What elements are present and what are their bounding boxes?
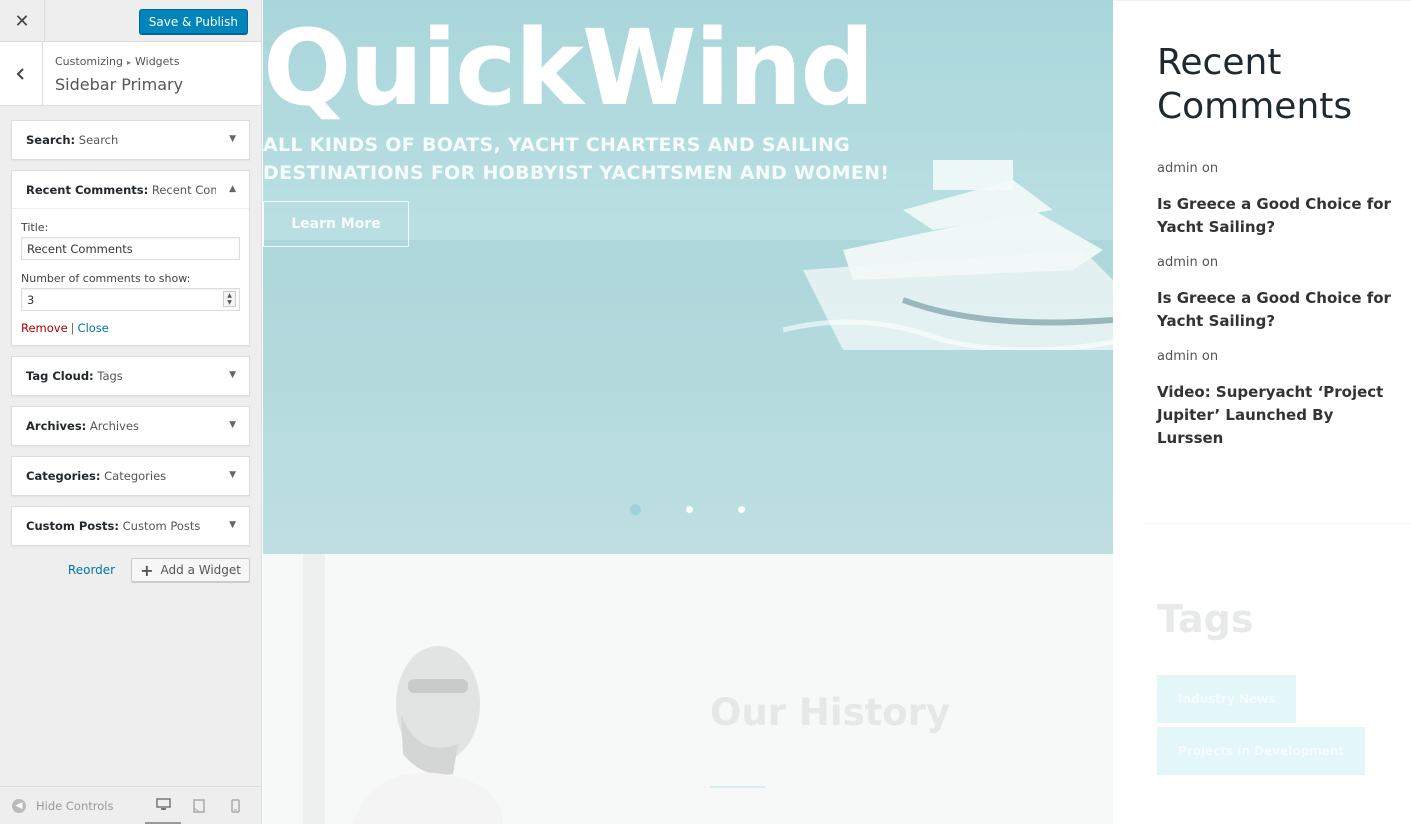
widget-header[interactable]: Tag Cloud: Tags ▼ xyxy=(12,357,249,395)
collapse-arrow-icon[interactable]: ▲ xyxy=(229,184,236,194)
desktop-icon[interactable] xyxy=(145,787,181,824)
breadcrumb-separator-icon: ▸ xyxy=(126,58,131,67)
hero-slider: QuickWind ALL KINDS OF BOATS, YACHT CHAR… xyxy=(263,0,1113,554)
comment-post-link[interactable]: Is Greece a Good Choice for Yacht Sailin… xyxy=(1157,287,1397,333)
number-label: Number of comments to show: xyxy=(21,272,191,285)
add-widget-button[interactable]: + Add a Widget xyxy=(131,558,250,582)
widget-archives: Archives: Archives ▼ xyxy=(11,406,250,446)
history-divider xyxy=(710,786,765,788)
widget-categories: Categories: Categories ▼ xyxy=(11,456,250,496)
title-label: Title: xyxy=(21,221,49,234)
recent-comments-title: Recent Comments xyxy=(1157,42,1353,127)
customizer-panel: ✕ Save & Publish Customizing ▸ Widgets Sid… xyxy=(0,0,262,824)
expand-arrow-icon[interactable]: ▼ xyxy=(229,370,236,380)
widget-type: Archives: xyxy=(26,419,87,433)
list-item: admin on Is Greece a Good Choice for Yac… xyxy=(1157,161,1397,239)
sailor-photo xyxy=(303,554,503,824)
history-section: Our History xyxy=(263,554,1113,824)
widget-header[interactable]: Archives: Archives ▼ xyxy=(12,407,249,445)
save-publish-button[interactable]: Save & Publish xyxy=(138,9,248,34)
comment-post-link[interactable]: Video: Superyacht ‘Project Jupiter’ Laun… xyxy=(1157,381,1397,450)
widget-header[interactable]: Recent Comments: Recent Com... ▲ xyxy=(12,171,249,209)
tag-industry-news[interactable]: Industry News xyxy=(1157,675,1297,723)
spinner-arrows-icon[interactable]: ▲ ▼ xyxy=(223,291,236,307)
widget-type: Custom Posts: xyxy=(26,519,119,533)
tablet-icon[interactable] xyxy=(181,787,217,824)
expand-arrow-icon[interactable]: ▼ xyxy=(229,470,236,480)
slide-dot[interactable] xyxy=(738,506,745,513)
widget-title: Categories xyxy=(100,469,167,483)
hide-controls-button[interactable]: ◀ Hide Controls xyxy=(12,798,114,813)
widget-list: Search: Search ▼ Recent Comments: Recent… xyxy=(0,106,261,546)
widget-title: Custom Posts xyxy=(118,519,201,533)
back-arrow-icon[interactable] xyxy=(0,42,43,105)
widget-form: Title: Recent Comments Number of comment… xyxy=(12,209,249,345)
plus-icon: + xyxy=(140,560,154,580)
widget-tag-cloud: Tag Cloud: Tags ▼ xyxy=(11,356,250,396)
hero-tagline: ALL KINDS OF BOATS, YACHT CHARTERS AND S… xyxy=(263,134,890,184)
expand-arrow-icon[interactable]: ▼ xyxy=(229,134,236,144)
actions-separator: | xyxy=(70,321,75,335)
close-icon[interactable]: ✕ xyxy=(0,0,45,42)
expand-arrow-icon[interactable]: ▼ xyxy=(229,520,236,530)
recent-comments-list: admin on Is Greece a Good Choice for Yac… xyxy=(1157,161,1397,466)
widget-custom-posts: Custom Posts: Custom Posts ▼ xyxy=(11,506,250,546)
breadcrumb-root: Customizing xyxy=(55,55,123,68)
widget-controls: Reorder + Add a Widget xyxy=(0,556,261,582)
widget-title: Tags xyxy=(93,369,123,383)
list-item: admin on Is Greece a Good Choice for Yac… xyxy=(1157,255,1397,333)
slider-pagination xyxy=(630,504,790,515)
comment-author: admin on xyxy=(1157,349,1219,364)
comment-author: admin on xyxy=(1157,161,1219,176)
list-item: admin on Video: Superyacht ‘Project Jupi… xyxy=(1157,349,1397,450)
breadcrumb-parent: Widgets xyxy=(135,55,180,68)
widget-title: Recent Com... xyxy=(151,182,216,197)
tags-title: Tags xyxy=(1157,597,1254,641)
widget-type: Search: xyxy=(26,133,76,147)
customizer-footer: ◀ Hide Controls xyxy=(0,786,261,824)
slide-dot[interactable] xyxy=(630,504,641,515)
device-switcher xyxy=(145,787,253,824)
comment-post-link[interactable]: Is Greece a Good Choice for Yacht Sailin… xyxy=(1157,193,1397,239)
site-preview: QuickWind ALL KINDS OF BOATS, YACHT CHAR… xyxy=(263,0,1411,824)
sidebar-divider xyxy=(1143,523,1411,524)
add-widget-label: Add a Widget xyxy=(160,563,241,577)
remove-link[interactable]: Remove xyxy=(21,321,68,335)
expand-arrow-icon[interactable]: ▼ xyxy=(229,420,236,430)
widget-header[interactable]: Custom Posts: Custom Posts ▼ xyxy=(12,507,249,545)
widget-recent-comments: Recent Comments: Recent Com... ▲ Title: … xyxy=(11,170,250,346)
hide-controls-label: Hide Controls xyxy=(36,798,114,813)
widget-header[interactable]: Categories: Categories ▼ xyxy=(12,457,249,495)
widget-type: Categories: xyxy=(26,469,101,483)
mobile-icon[interactable] xyxy=(217,787,253,824)
slide-dot[interactable] xyxy=(686,506,693,513)
hero-title: QuickWind xyxy=(263,7,875,129)
history-heading: Our History xyxy=(710,691,951,734)
breadcrumb: Customizing ▸ Widgets xyxy=(55,55,179,68)
widget-actions: Remove | Close xyxy=(21,321,240,335)
widget-title: Search xyxy=(75,133,119,147)
reorder-link[interactable]: Reorder xyxy=(68,563,115,577)
comment-author: admin on xyxy=(1157,255,1219,270)
site-sidebar: Recent Comments admin on Is Greece a Goo… xyxy=(1113,0,1411,824)
customizer-header: ✕ Save & Publish xyxy=(0,0,261,42)
tag-projects-in-development[interactable]: Projects in Development xyxy=(1157,727,1366,775)
close-link[interactable]: Close xyxy=(78,321,109,335)
widget-search: Search: Search ▼ xyxy=(11,120,250,160)
widget-header[interactable]: Search: Search ▼ xyxy=(12,121,249,159)
title-input[interactable]: Recent Comments xyxy=(21,237,240,260)
learn-more-button[interactable]: Learn More xyxy=(263,201,409,247)
widget-type: Recent Comments: xyxy=(26,182,149,197)
collapse-arrow-icon: ◀ xyxy=(12,798,26,813)
widget-type: Tag Cloud: xyxy=(26,369,94,383)
number-field-wrap: 3 ▲ ▼ xyxy=(21,288,240,311)
section-title: Sidebar Primary xyxy=(55,75,184,94)
number-input[interactable]: 3 xyxy=(21,288,240,311)
section-header: Customizing ▸ Widgets Sidebar Primary xyxy=(0,42,261,106)
widget-title: Archives xyxy=(86,419,139,433)
